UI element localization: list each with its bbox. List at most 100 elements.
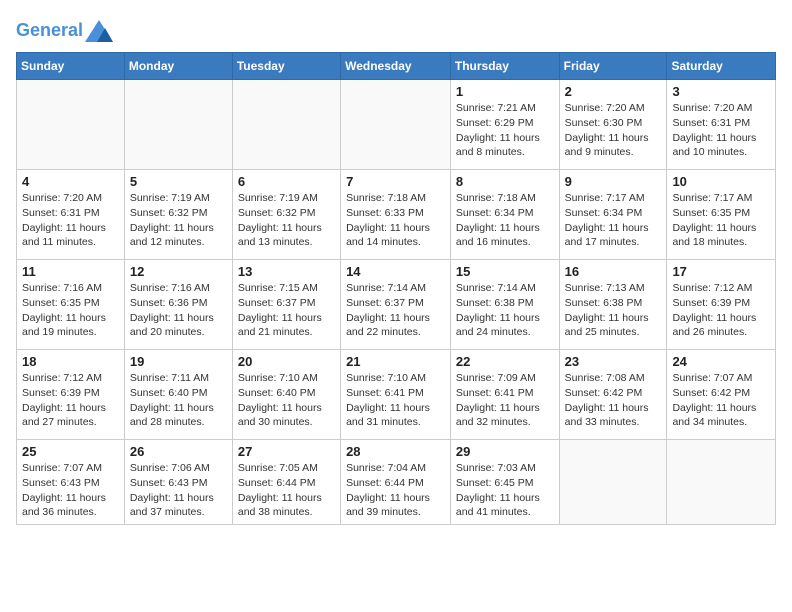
day-number: 5: [130, 174, 227, 189]
calendar-day-cell: 2Sunrise: 7:20 AM Sunset: 6:30 PM Daylig…: [559, 80, 667, 170]
day-number: 14: [346, 264, 445, 279]
calendar-day-cell: 13Sunrise: 7:15 AM Sunset: 6:37 PM Dayli…: [232, 260, 340, 350]
day-info: Sunrise: 7:07 AM Sunset: 6:43 PM Dayligh…: [22, 461, 119, 520]
calendar-day-cell: 16 Sunrise: 7:13 AM Sunset: 6:38 PM Dayli…: [559, 260, 667, 350]
day-number: 22: [456, 354, 554, 369]
day-info: Sunrise: 7:13 AM Sunset: 6:38 PM Dayligh…: [565, 281, 662, 340]
day-number: 29: [456, 444, 554, 459]
day-info: Sunrise: 7:09 AM Sunset: 6:41 PM Dayligh…: [456, 371, 554, 430]
day-info: Sunrise: 7:12 AM Sunset: 6:39 PM Dayligh…: [22, 371, 119, 430]
calendar-day-cell: 28 Sunrise: 7:04 AM Sunset: 6:44 PM Dayli…: [341, 440, 451, 525]
day-number: 2: [565, 84, 662, 99]
weekday-header-cell: Thursday: [450, 53, 559, 80]
day-number: 19: [130, 354, 227, 369]
day-info: Sunrise: 7:19 AM Sunset: 6:32 PM Dayligh…: [130, 191, 227, 250]
calendar-day-cell: 25 Sunrise: 7:07 AM Sunset: 6:43 PM Dayli…: [17, 440, 125, 525]
calendar-body: 1 Sunrise: 7:21 AM Sunset: 6:29 PM Daylig…: [17, 80, 776, 525]
day-info: Sunrise: 7:15 AM Sunset: 6:37 PM Dayligh…: [238, 281, 335, 340]
calendar-day-cell: 10 Sunrise: 7:17 AM Sunset: 6:35 PM Dayli…: [667, 170, 776, 260]
day-number: 26: [130, 444, 227, 459]
day-number: 28: [346, 444, 445, 459]
day-number: 1: [456, 84, 554, 99]
calendar-day-cell: 6 Sunrise: 7:19 AM Sunset: 6:32 PM Daylig…: [232, 170, 340, 260]
day-info: Sunrise: 7:16 AM Sunset: 6:36 PM Dayligh…: [130, 281, 227, 340]
calendar-day-cell: [667, 440, 776, 525]
day-info: Sunrise: 7:16 AM Sunset: 6:35 PM Dayligh…: [22, 281, 119, 340]
calendar-day-cell: 17Sunrise: 7:12 AM Sunset: 6:39 PM Dayli…: [667, 260, 776, 350]
calendar-week-row: 25 Sunrise: 7:07 AM Sunset: 6:43 PM Dayli…: [17, 440, 776, 525]
day-info: Sunrise: 7:17 AM Sunset: 6:34 PM Dayligh…: [565, 191, 662, 250]
day-info: Sunrise: 7:10 AM Sunset: 6:41 PM Dayligh…: [346, 371, 445, 430]
calendar-day-cell: 14 Sunrise: 7:14 AM Sunset: 6:37 PM Dayli…: [341, 260, 451, 350]
day-number: 10: [672, 174, 770, 189]
calendar-day-cell: 26 Sunrise: 7:06 AM Sunset: 6:43 PM Dayli…: [124, 440, 232, 525]
day-number: 11: [22, 264, 119, 279]
calendar-week-row: 18Sunrise: 7:12 AM Sunset: 6:39 PM Dayli…: [17, 350, 776, 440]
calendar-table: SundayMondayTuesdayWednesdayThursdayFrid…: [16, 52, 776, 525]
day-number: 21: [346, 354, 445, 369]
calendar-day-cell: 3 Sunrise: 7:20 AM Sunset: 6:31 PM Daylig…: [667, 80, 776, 170]
calendar-day-cell: 4 Sunrise: 7:20 AM Sunset: 6:31 PM Daylig…: [17, 170, 125, 260]
weekday-header-cell: Monday: [124, 53, 232, 80]
day-info: Sunrise: 7:12 AM Sunset: 6:39 PM Dayligh…: [672, 281, 770, 340]
day-number: 4: [22, 174, 119, 189]
calendar-day-cell: 21 Sunrise: 7:10 AM Sunset: 6:41 PM Dayli…: [341, 350, 451, 440]
day-info: Sunrise: 7:18 AM Sunset: 6:33 PM Dayligh…: [346, 191, 445, 250]
weekday-header-cell: Sunday: [17, 53, 125, 80]
weekday-header-row: SundayMondayTuesdayWednesdayThursdayFrid…: [17, 53, 776, 80]
calendar-week-row: 11 Sunrise: 7:16 AM Sunset: 6:35 PM Dayli…: [17, 260, 776, 350]
weekday-header-cell: Saturday: [667, 53, 776, 80]
day-info: Sunrise: 7:17 AM Sunset: 6:35 PM Dayligh…: [672, 191, 770, 250]
day-info: Sunrise: 7:06 AM Sunset: 6:43 PM Dayligh…: [130, 461, 227, 520]
calendar-day-cell: 19 Sunrise: 7:11 AM Sunset: 6:40 PM Dayli…: [124, 350, 232, 440]
calendar-day-cell: [559, 440, 667, 525]
day-number: 7: [346, 174, 445, 189]
logo: General: [16, 20, 113, 42]
calendar-day-cell: 5 Sunrise: 7:19 AM Sunset: 6:32 PM Daylig…: [124, 170, 232, 260]
calendar-day-cell: 18Sunrise: 7:12 AM Sunset: 6:39 PM Dayli…: [17, 350, 125, 440]
day-number: 8: [456, 174, 554, 189]
day-info: Sunrise: 7:14 AM Sunset: 6:37 PM Dayligh…: [346, 281, 445, 340]
day-info: Sunrise: 7:20 AM Sunset: 6:31 PM Dayligh…: [22, 191, 119, 250]
day-info: Sunrise: 7:04 AM Sunset: 6:44 PM Dayligh…: [346, 461, 445, 520]
day-info: Sunrise: 7:18 AM Sunset: 6:34 PM Dayligh…: [456, 191, 554, 250]
calendar-day-cell: 12 Sunrise: 7:16 AM Sunset: 6:36 PM Dayli…: [124, 260, 232, 350]
logo-text: General: [16, 20, 113, 42]
day-number: 12: [130, 264, 227, 279]
day-info: Sunrise: 7:11 AM Sunset: 6:40 PM Dayligh…: [130, 371, 227, 430]
day-number: 3: [672, 84, 770, 99]
day-info: Sunrise: 7:08 AM Sunset: 6:42 PM Dayligh…: [565, 371, 662, 430]
day-number: 25: [22, 444, 119, 459]
day-info: Sunrise: 7:03 AM Sunset: 6:45 PM Dayligh…: [456, 461, 554, 520]
calendar-week-row: 1 Sunrise: 7:21 AM Sunset: 6:29 PM Daylig…: [17, 80, 776, 170]
page-header: General: [16, 16, 776, 42]
weekday-header-cell: Wednesday: [341, 53, 451, 80]
calendar-day-cell: 8 Sunrise: 7:18 AM Sunset: 6:34 PM Daylig…: [450, 170, 559, 260]
calendar-day-cell: 24 Sunrise: 7:07 AM Sunset: 6:42 PM Dayli…: [667, 350, 776, 440]
calendar-day-cell: 7 Sunrise: 7:18 AM Sunset: 6:33 PM Daylig…: [341, 170, 451, 260]
calendar-day-cell: [341, 80, 451, 170]
calendar-day-cell: [17, 80, 125, 170]
calendar-week-row: 4 Sunrise: 7:20 AM Sunset: 6:31 PM Daylig…: [17, 170, 776, 260]
day-info: Sunrise: 7:05 AM Sunset: 6:44 PM Dayligh…: [238, 461, 335, 520]
calendar-day-cell: 1 Sunrise: 7:21 AM Sunset: 6:29 PM Daylig…: [450, 80, 559, 170]
day-info: Sunrise: 7:10 AM Sunset: 6:40 PM Dayligh…: [238, 371, 335, 430]
calendar-day-cell: 15Sunrise: 7:14 AM Sunset: 6:38 PM Dayli…: [450, 260, 559, 350]
day-number: 15: [456, 264, 554, 279]
weekday-header-cell: Friday: [559, 53, 667, 80]
day-info: Sunrise: 7:19 AM Sunset: 6:32 PM Dayligh…: [238, 191, 335, 250]
calendar-day-cell: 9Sunrise: 7:17 AM Sunset: 6:34 PM Daylig…: [559, 170, 667, 260]
calendar-day-cell: 29 Sunrise: 7:03 AM Sunset: 6:45 PM Dayli…: [450, 440, 559, 525]
day-info: Sunrise: 7:20 AM Sunset: 6:31 PM Dayligh…: [672, 101, 770, 160]
day-number: 24: [672, 354, 770, 369]
day-info: Sunrise: 7:21 AM Sunset: 6:29 PM Dayligh…: [456, 101, 554, 160]
day-number: 23: [565, 354, 662, 369]
day-number: 6: [238, 174, 335, 189]
calendar-day-cell: 22 Sunrise: 7:09 AM Sunset: 6:41 PM Dayli…: [450, 350, 559, 440]
day-number: 16: [565, 264, 662, 279]
calendar-day-cell: [124, 80, 232, 170]
calendar-day-cell: 23 Sunrise: 7:08 AM Sunset: 6:42 PM Dayli…: [559, 350, 667, 440]
day-info: Sunrise: 7:07 AM Sunset: 6:42 PM Dayligh…: [672, 371, 770, 430]
weekday-header-cell: Tuesday: [232, 53, 340, 80]
calendar-day-cell: 27Sunrise: 7:05 AM Sunset: 6:44 PM Dayli…: [232, 440, 340, 525]
